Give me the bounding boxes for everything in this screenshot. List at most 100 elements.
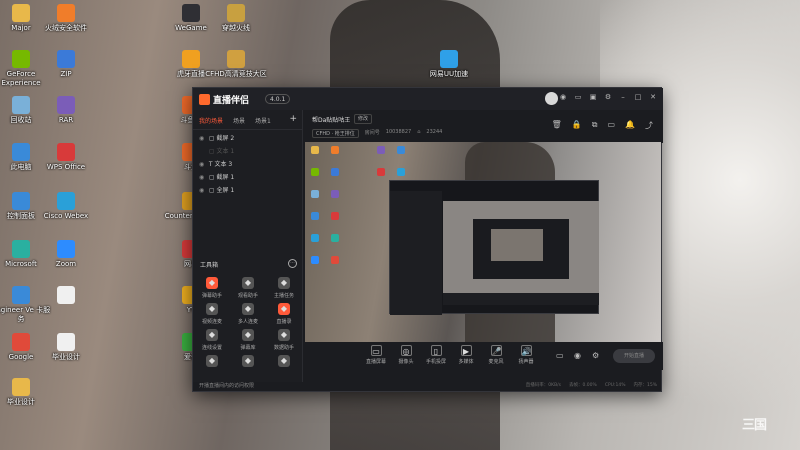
media-button[interactable]: ▶ 多媒体	[451, 345, 481, 365]
eye-icon[interactable]: ◉	[199, 184, 207, 197]
settings-icon[interactable]: ⚙	[604, 93, 612, 101]
desktop-icon-label: 此电脑	[10, 163, 32, 171]
file-icon	[57, 333, 75, 351]
phone-cast-button[interactable]: ▯ 手机投屏	[421, 345, 451, 365]
go-live-button[interactable]: 开始直播	[613, 349, 655, 363]
scene-item[interactable]: ◉ T 文本 3	[193, 158, 302, 171]
tab-my-scenes[interactable]: 我的场景	[199, 116, 223, 125]
skin-icon[interactable]: ◉	[559, 93, 567, 101]
gift-icon[interactable]: ▣	[589, 93, 597, 101]
desktop-icon[interactable]: ZIP	[35, 50, 97, 79]
scene-label: 文本 1	[216, 148, 235, 155]
eye-icon[interactable]: ◉	[199, 158, 207, 171]
gear-icon[interactable]: ⚙	[592, 351, 599, 360]
status-memory: 内存：15%	[633, 383, 657, 388]
desktop-icon[interactable]: 火绒安全软件	[35, 4, 97, 33]
tool-label: 直播录	[276, 319, 292, 325]
speaker-icon: 🔊	[520, 345, 532, 356]
geforce-icon	[12, 50, 30, 68]
preview-desktop-icon	[397, 168, 405, 176]
tool-task[interactable]: ◆ 主播任务	[267, 277, 301, 299]
desktop-icon-label: 控制面板	[7, 212, 35, 220]
screen-cast-button[interactable]: ▭ 直播屏幕	[361, 345, 391, 365]
scene-item[interactable]: ◉ ▢ 全屏 1	[193, 184, 302, 197]
add-scene-button[interactable]: +	[289, 114, 297, 124]
desktop-icon[interactable]: WPS Office	[35, 143, 97, 172]
multi-link-icon: ◆	[242, 303, 254, 315]
avatar[interactable]	[545, 92, 558, 105]
tool-data[interactable]: ◆ 数据助手	[267, 329, 301, 351]
desktop-icon[interactable]: RAR	[35, 96, 97, 125]
desktop-icon-label: 穿越火线	[222, 24, 250, 32]
tool-connect[interactable]: ◆ 连线设置	[195, 329, 229, 351]
desktop-icon[interactable]: 穿越火线	[205, 4, 267, 33]
tool-viewer[interactable]: ◆ 观看助手	[231, 277, 265, 299]
desktop-icon-label: 毕业设计	[7, 398, 35, 406]
preview-desktop-icon	[311, 146, 319, 154]
download-icon: ◆	[242, 355, 254, 367]
camera-icon: ◎	[400, 345, 412, 356]
copy-icon[interactable]: ⧉	[592, 120, 598, 131]
bell-icon[interactable]: 🔔	[625, 120, 635, 131]
screen-icon[interactable]: ▭	[607, 120, 615, 131]
tab-scene[interactable]: 场景	[233, 116, 245, 125]
desktop-icon[interactable]: Cisco Webex	[35, 192, 97, 221]
desktop-icon[interactable]: 网易UU加速	[418, 50, 480, 79]
version-badge[interactable]: 4.0.1	[265, 94, 291, 104]
status-bar: 直播码率：0KB/s 丢帧：0.00% CPU:14% 内存：15%	[304, 380, 663, 392]
viewer-icon: ◆	[242, 277, 254, 289]
tool-record[interactable]: ◆ 直播录	[267, 303, 301, 325]
desktop-icon-label: ZIP	[60, 70, 72, 78]
scene-item[interactable]: ◉ ▢ 截屏 1	[193, 171, 302, 184]
eye-icon[interactable]: ◉	[199, 171, 207, 184]
scene-label: 截屏 2	[216, 135, 235, 142]
toolbox-more-button[interactable]: ···	[288, 259, 297, 268]
tool-icon	[12, 286, 30, 304]
status-cpu: CPU:14%	[604, 383, 626, 388]
tool-label: 弹幕助手	[201, 293, 222, 299]
speaker-button[interactable]: 🔊 扬声器	[511, 345, 541, 365]
tool-download[interactable]: ◆	[231, 355, 265, 370]
message-icon[interactable]: ▭	[574, 93, 582, 101]
tool-video-link[interactable]: ◆ 视频连麦	[195, 303, 229, 325]
edit-room-button[interactable]: 修改	[354, 114, 373, 124]
tool-danmaku[interactable]: ◆ 弹幕助手	[195, 277, 229, 299]
minimize-icon[interactable]: –	[619, 93, 627, 101]
tool-multi-link[interactable]: ◆ 多人连麦	[231, 303, 265, 325]
live-preview[interactable]	[305, 142, 661, 342]
share-icon[interactable]: ⤴	[645, 120, 653, 131]
tool-library[interactable]: ◆ 弹幕库	[231, 329, 265, 351]
trash-icon[interactable]: 🗑	[552, 120, 562, 131]
nested-preview	[443, 201, 599, 293]
control-panel-icon	[12, 192, 30, 210]
tab-scene-1[interactable]: 场景1	[255, 116, 271, 125]
room-info-bar: 帮Da贴贴咕王 修改 CFHD · 枪王排位 房间号 10038827 ⌂ 23…	[304, 110, 663, 143]
webex-icon	[57, 192, 75, 210]
app-logo: 直播伴侣	[199, 93, 249, 106]
desktop-icon[interactable]: 毕业设计	[35, 333, 97, 362]
camera-button[interactable]: ◎ 摄像头	[391, 345, 421, 365]
preview-desktop-icon	[311, 168, 319, 176]
record-icon[interactable]: ▭	[556, 351, 564, 360]
desktop-icon-label: Google	[8, 353, 34, 361]
home-icon: ⌂	[417, 129, 421, 135]
maximize-icon[interactable]: □	[634, 93, 642, 101]
tool-game-pad[interactable]: ◆	[195, 355, 229, 370]
room-meta: CFHD · 枪王排位 房间号 10038827 ⌂ 23244	[312, 129, 442, 138]
desktop-icon[interactable]	[35, 286, 97, 306]
desktop-icon[interactable]: Zoom	[35, 240, 97, 269]
lock-icon[interactable]: 🔒	[572, 120, 582, 131]
close-icon[interactable]: ✕	[649, 93, 657, 101]
desktop-icon[interactable]: CFHD高清竞技大区	[205, 50, 267, 79]
scene-item[interactable]: ▢ 文本 1	[193, 145, 302, 158]
recycle-bin-icon	[12, 96, 30, 114]
nested-preview-3	[491, 229, 543, 261]
mic-button[interactable]: 🎤 麦克风	[481, 345, 511, 365]
eye-icon[interactable]: ◉	[199, 132, 207, 145]
eye-icon[interactable]: ◉	[574, 351, 581, 360]
desktop-icon[interactable]: 毕业设计	[0, 378, 52, 407]
scene-item[interactable]: ◉ ▢ 截屏 2	[193, 132, 302, 145]
status-bitrate: 直播码率：0KB/s	[525, 383, 562, 388]
category-badge[interactable]: CFHD · 枪王排位	[312, 129, 359, 138]
tool-more-tool[interactable]: ◆	[267, 355, 301, 370]
